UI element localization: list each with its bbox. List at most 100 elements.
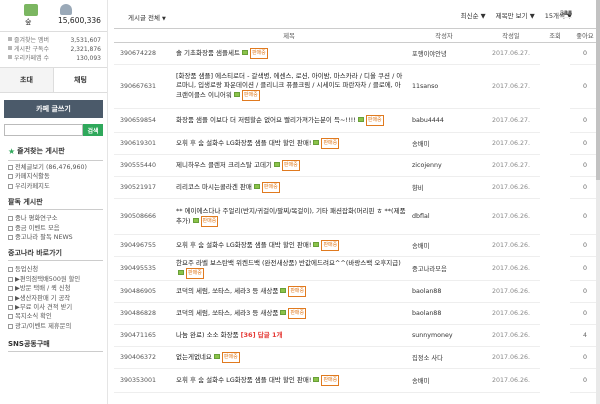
sale-badge: 판매중 (249, 48, 268, 59)
post-title-link[interactable]: 코덕의 세럼, 쏘타스, 세라3 등 새상품 (176, 287, 278, 295)
author-name[interactable]: zicojenny (412, 162, 442, 169)
view-mode-select[interactable]: 제목만 보기 ▼ (496, 10, 535, 20)
table-row[interactable]: 390619301 오휘 후 숨 설화수 LG화장품 샘플 대박 할인 판매! 판매… (114, 10, 600, 155)
post-date: 2017.06.27. (482, 108, 540, 133)
col-num (114, 29, 172, 43)
author-name[interactable]: 11sanso (412, 83, 438, 90)
author-name[interactable]: 집정소 사다 (412, 355, 443, 362)
image-icon (241, 50, 248, 55)
image-icon (313, 140, 320, 145)
stat-label: 게시판 구독수 (14, 46, 50, 53)
fav-boards-list: 전체글보기 (86,476,960) 카페지식활동 우리카페지도 (8, 160, 103, 191)
post-number: 390521917 (114, 176, 172, 199)
comment-count[interactable]: [36] 답글 1개 (241, 331, 283, 339)
post-number: 390496755 (114, 234, 172, 257)
cafe-info: 숲 15,600,336 (0, 0, 107, 32)
table-row[interactable]: 390486828 코덕의 세럼, 쏘타스, 세라3 등 새상품 판매중 baolan… (114, 10, 600, 325)
image-icon (313, 242, 320, 247)
sidebar-item[interactable]: 카페지식활동 (8, 172, 103, 181)
author-name[interactable]: 송배미 (412, 141, 429, 148)
search-input[interactable] (4, 124, 83, 136)
post-title-link[interactable]: 리리코스 마시는콜라겐 판매 (176, 183, 252, 191)
post-date: 2017.06.27. (482, 154, 540, 177)
cafe-write-button[interactable]: 카페 글쓰기 (4, 100, 103, 118)
sidebar-item-label: 등업신청 (15, 266, 39, 274)
sidebar-item-label: ▶생산자판매 기 공작 (15, 294, 71, 302)
table-row[interactable]: 390674228 솔 기초화장품 샘플세트 판매중 포행이야안녕 2017.06.27… (114, 10, 600, 65)
scrollbar-thumb[interactable] (596, 0, 600, 180)
post-title-cell: 오휘 후 숨 설화수 LG화장품 샘플 대박 할인 판매! 판매중 (172, 234, 406, 257)
stat-value: 2,321,876 (70, 46, 101, 53)
stat-label: 우리카페앱 수 (14, 55, 50, 62)
post-title-link[interactable]: 오휘 후 숨 설화수 LG화장품 샘플 대박 할인 판매! (176, 241, 311, 249)
post-title-link[interactable]: [화장품 샘플] 에스티로더 - 갈색병, 에센스, 로션, 아이밤, 마스카라… (176, 72, 402, 99)
sidebar-item[interactable]: 등업신청 (8, 265, 103, 274)
post-title-link[interactable]: 한요주 라벨 보스탄백 위켄드백 (완전새상품) 반값에드려요^^(바랑스백 오… (176, 259, 401, 267)
sidebar-item[interactable]: 목지소식 확인 (8, 312, 103, 321)
sale-badge: 판매중 (186, 267, 204, 279)
search-button[interactable]: 검색 (83, 124, 103, 136)
post-title-link[interactable]: 오휘 후 숨 설화수 LG화장품 샘플 대박 할인 판매! (176, 139, 311, 147)
author-name[interactable]: babu4444 (412, 117, 444, 124)
chat-button[interactable]: 채팅 (54, 68, 107, 92)
post-title-link[interactable]: 코덕의 세럼, 쏘타스, 세라3 등 새상품 (176, 309, 278, 317)
author-name[interactable]: 포행이야안녕 (412, 51, 447, 58)
post-title-cell: 화장품 샘플 이보다 더 저렴할순 없어요 빨리가져가는분이 득~!!!! 판매중 (172, 108, 406, 133)
invite-button[interactable]: 초대 (0, 68, 54, 92)
table-row[interactable]: 390667631 [화장품 샘플] 에스티로더 - 갈색병, 에센스, 로션, … (114, 10, 600, 109)
fav-boards-title: ★ 즐겨찾는 게시판 (8, 146, 103, 156)
popular-section-title: 팔독 게시판 (8, 197, 103, 211)
board-icon (8, 286, 13, 292)
post-title-link[interactable]: 화장품 샘플 이보다 더 저렴할순 없어요 빨리가져가는분이 득~!!!! (176, 116, 356, 124)
scrollbar[interactable] (596, 0, 600, 404)
sidebar-item[interactable]: ▶무료 이사 견적 받기 (8, 303, 103, 312)
col-title: 제목 (283, 33, 295, 40)
table-row[interactable]: 390495535 한요주 라벨 보스탄백 위켄드백 (완전새상품) 반값에드려요… (114, 10, 600, 281)
author-name[interactable]: 송배미 (412, 243, 429, 250)
author-name[interactable]: baolan88 (412, 288, 441, 295)
post-title-link[interactable]: 없는게없네요 (176, 353, 212, 361)
sort-select[interactable]: 최신순 ▼ (461, 10, 486, 20)
table-row[interactable]: 390521917 리리코스 마시는콜라겐 판매 판매중 향비 2017.06.26. 1… (114, 10, 600, 199)
post-title-link[interactable]: 오휘 후 숨 설화수 LG화장품 샘플 대박 할인 판매! (176, 376, 311, 384)
post-title-link[interactable]: 솔 기초화장품 샘플세트 (176, 49, 240, 57)
sidebar-item[interactable]: 중고나라 팔독 NEWS (8, 233, 103, 242)
board-icon (8, 183, 13, 189)
image-icon (357, 117, 364, 122)
member-count[interactable]: 15,600,336 (58, 16, 101, 25)
post-number: 390353001 (114, 368, 172, 393)
table-row[interactable]: 390496755 오휘 후 숨 설화수 LG화장품 샘플 대박 할인 판매! 판매… (114, 10, 600, 257)
sidebar-item-label: 중나 평화연구소 (15, 215, 58, 223)
author-name[interactable]: dbflal (412, 213, 430, 220)
sidebar-item[interactable]: ▶방문 택배 / 퀵 신청 (8, 284, 103, 293)
image-icon (213, 354, 220, 359)
author-name[interactable]: 송배미 (412, 378, 429, 385)
table-row[interactable]: 390555440 제니하우스 클렌저 크리스탈 고데기 판매중 zicojenny 2… (114, 10, 600, 177)
table-row[interactable]: 390659854 화장품 샘플 이보다 더 저렴할순 없어요 빨리가져가는분이 … (114, 10, 600, 133)
sidebar-item[interactable]: 우리카페지도 (8, 182, 103, 191)
sidebar-item[interactable]: 중금 이벤트 모음 (8, 224, 103, 233)
author-name[interactable]: 중고나라모음 (412, 266, 447, 273)
rank-icon (24, 4, 38, 16)
author-name[interactable]: baolan88 (412, 310, 441, 317)
post-title-link[interactable]: 나눔 완료) 소소 화장품 (176, 331, 239, 339)
author-name[interactable]: 향비 (412, 185, 424, 192)
board-select[interactable]: 게시글 전체 ▼ (128, 12, 166, 22)
table-row[interactable]: 390406372 없는게없네요 판매중 집정소 사다 2017.06.26. 547 0 (114, 10, 600, 369)
sale-badge: 판매중 (261, 182, 280, 193)
table-row[interactable]: 390471165 나눔 완료) 소소 화장품 [36] 답글 1개 sunnymon… (114, 10, 600, 347)
col-views: 조회 (549, 33, 561, 40)
sidebar-item[interactable]: 광고/이벤트 제휴문의 (8, 322, 103, 331)
view-options: 최신순 ▼ 제목만 보기 ▼ 15개씩 ▼ (451, 10, 572, 20)
sidebar-item[interactable]: ▶편의점택배500원 할인 (8, 275, 103, 284)
post-date: 2017.06.27. (482, 132, 540, 155)
table-row[interactable]: 390486905 코덕의 세럼, 쏘타스, 세라3 등 새상품 판매중 baolan… (114, 10, 600, 303)
post-title-link[interactable]: 제니하우스 클렌저 크리스탈 고데기 (176, 161, 272, 169)
main-content: 게시글 전체 ▼ 최신순 ▼ 제목만 보기 ▼ 15개씩 ▼ 제목 작성자 작성… (114, 0, 600, 404)
sidebar-item[interactable]: ▶생산자판매 기 공작 (8, 294, 103, 303)
author-name[interactable]: sunnymoney (412, 332, 453, 339)
table-row[interactable]: 390508666 ** 에이에스다나 주얼리(반지/귀걸이/팔찌/목걸이), 기… (114, 10, 600, 235)
table-row[interactable]: 390353001 오휘 후 숨 설화수 LG화장품 샘플 대박 할인 판매! 판매… (114, 10, 600, 393)
sidebar-item[interactable]: 전체글보기 (86,476,960) (8, 163, 103, 172)
sidebar-item[interactable]: 중나 평화연구소 (8, 214, 103, 223)
